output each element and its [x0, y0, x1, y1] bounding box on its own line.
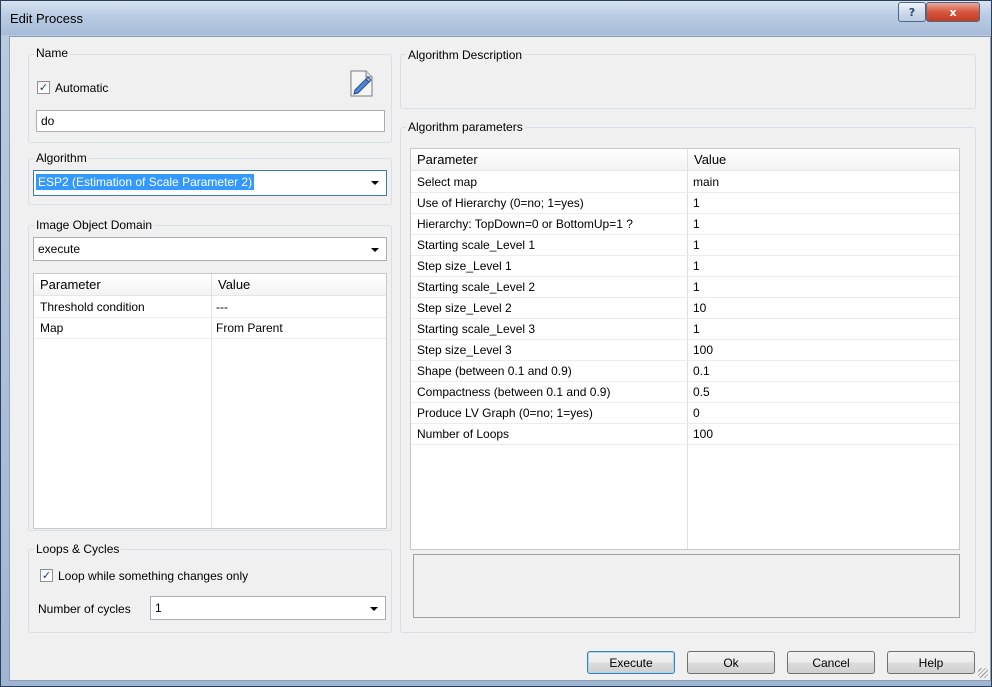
parameter-value: 1 [693, 217, 700, 231]
parameter-value: 0.5 [693, 385, 710, 399]
table-row[interactable]: Map From Parent [34, 318, 386, 339]
parameter-name: Select map [417, 175, 478, 189]
table-row[interactable]: Starting scale_Level 3 1 [411, 319, 959, 340]
resize-grip-icon[interactable] [978, 668, 988, 678]
dialog-client: Name ✓ Automatic do Algorithm ESP2 (Esti… [9, 36, 991, 681]
parameter-name: Use of Hierarchy (0=no; 1=yes) [417, 196, 584, 210]
loops-group-label: Loops & Cycles [34, 542, 122, 556]
domain-parameter-grid: Parameter Value Threshold condition --- … [33, 273, 387, 529]
title-help-button[interactable]: ? [898, 2, 926, 22]
algorithm-group-label: Algorithm [34, 151, 89, 165]
parameter-name: Compactness (between 0.1 and 0.9) [417, 385, 611, 399]
parameter-value: 10 [693, 301, 707, 315]
domain-grid-header: Parameter Value [34, 274, 386, 296]
parameter-value: 1 [693, 196, 700, 210]
name-group-label: Name [34, 46, 71, 60]
parameter-value: 0.1 [693, 364, 710, 378]
parameter-name: Step size_Level 2 [417, 301, 512, 315]
description-group-label: Algorithm Description [406, 48, 525, 62]
number-of-cycles-select[interactable]: 1 [150, 596, 386, 620]
number-of-cycles-label: Number of cycles [38, 602, 131, 616]
close-icon: x [949, 5, 957, 19]
parameter-name: Starting scale_Level 3 [417, 322, 536, 336]
process-name-input[interactable]: do [36, 110, 385, 132]
process-name-value: do [41, 114, 55, 128]
parameter-name: Shape (between 0.1 and 0.9) [417, 364, 572, 378]
table-row[interactable]: Step size_Level 3 100 [411, 340, 959, 361]
loops-cycles-group [28, 549, 392, 633]
domain-header-parameter: Parameter [40, 277, 101, 292]
parameter-value: 1 [693, 322, 700, 336]
algorithm-description-text [408, 66, 968, 104]
domain-header-value: Value [218, 277, 251, 292]
table-row[interactable]: Use of Hierarchy (0=no; 1=yes) 1 [411, 193, 959, 214]
close-button[interactable]: x [926, 2, 980, 22]
parameters-group-label: Algorithm parameters [406, 120, 525, 134]
domain-select[interactable]: execute [33, 237, 387, 261]
execute-button[interactable]: Execute [587, 651, 675, 674]
table-row[interactable]: Step size_Level 2 10 [411, 298, 959, 319]
domain-row-value: From Parent [216, 321, 283, 335]
domain-selected-value: execute [38, 242, 81, 256]
algorithm-select[interactable]: ESP2 (Estimation of Scale Parameter 2) [33, 170, 387, 196]
domain-row-parameter: Threshold condition [40, 300, 145, 314]
parameter-name: Produce LV Graph (0=no; 1=yes) [417, 406, 593, 420]
automatic-label: Automatic [55, 81, 109, 95]
chevron-down-icon [370, 607, 378, 611]
table-row[interactable]: Starting scale_Level 1 1 [411, 235, 959, 256]
parameters-header-value: Value [694, 152, 727, 167]
table-row[interactable]: Number of Loops 100 [411, 424, 959, 445]
parameter-value: 0 [693, 406, 700, 420]
question-icon: ? [908, 5, 916, 19]
number-of-cycles-value: 1 [155, 601, 162, 615]
help-button[interactable]: Help [887, 651, 975, 674]
automatic-checkbox[interactable]: ✓ [37, 81, 50, 94]
title-bar[interactable]: Edit Process ? x [1, 1, 991, 35]
parameter-help-box [413, 554, 960, 618]
domain-row-value: --- [216, 300, 228, 314]
parameter-name: Starting scale_Level 1 [417, 238, 536, 252]
parameter-name: Step size_Level 3 [417, 343, 512, 357]
parameter-value: 1 [693, 280, 700, 294]
ok-button[interactable]: Ok [687, 651, 775, 674]
algorithm-selected-value: ESP2 (Estimation of Scale Parameter 2) [36, 174, 255, 190]
parameter-name: Hierarchy: TopDown=0 or BottomUp=1 ? [417, 217, 633, 231]
parameters-header-parameter: Parameter [417, 152, 478, 167]
window-title: Edit Process [10, 11, 83, 26]
parameter-value: 100 [693, 343, 714, 357]
parameter-name: Number of Loops [417, 427, 510, 441]
edit-name-icon[interactable] [349, 68, 375, 98]
table-row[interactable]: Produce LV Graph (0=no; 1=yes) 0 [411, 403, 959, 424]
parameter-name: Starting scale_Level 2 [417, 280, 536, 294]
table-row[interactable]: Hierarchy: TopDown=0 or BottomUp=1 ? 1 [411, 214, 959, 235]
parameter-value: 1 [693, 259, 700, 273]
chevron-down-icon [371, 248, 379, 252]
parameters-grid-header: Parameter Value [411, 149, 959, 171]
domain-group-label: Image Object Domain [34, 218, 155, 232]
table-row[interactable]: Threshold condition --- [34, 297, 386, 318]
algorithm-parameter-grid: Parameter Value Select map main Use of Hie… [410, 148, 960, 550]
loop-while-changes-label: Loop while something changes only [58, 569, 249, 583]
cancel-button[interactable]: Cancel [787, 651, 875, 674]
table-row[interactable]: Shape (between 0.1 and 0.9) 0.1 [411, 361, 959, 382]
parameter-value: 1 [693, 238, 700, 252]
table-row[interactable]: Compactness (between 0.1 and 0.9) 0.5 [411, 382, 959, 403]
table-row[interactable]: Step size_Level 1 1 [411, 256, 959, 277]
parameter-name: Step size_Level 1 [417, 259, 512, 273]
parameter-value: 100 [693, 427, 714, 441]
table-row[interactable]: Starting scale_Level 2 1 [411, 277, 959, 298]
loop-while-changes-checkbox[interactable]: ✓ [40, 569, 53, 582]
chevron-down-icon [371, 181, 379, 185]
parameter-value: main [693, 175, 720, 189]
table-row[interactable]: Select map main [411, 172, 959, 193]
edit-process-window: Edit Process ? x Name ✓ Automatic do Alg… [0, 0, 992, 687]
domain-row-parameter: Map [40, 321, 64, 335]
